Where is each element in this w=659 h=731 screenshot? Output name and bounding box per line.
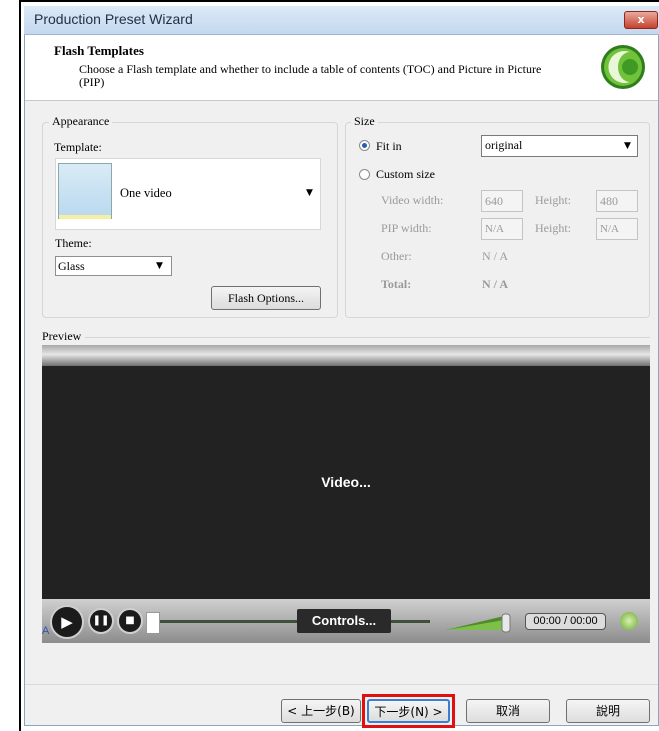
- size-legend: Size: [351, 114, 378, 129]
- stop-icon: ■: [125, 615, 135, 626]
- pause-button[interactable]: ❚❚: [88, 608, 114, 634]
- chevron-down-icon[interactable]: ▼: [306, 188, 313, 198]
- chevron-down-icon[interactable]: ▼: [156, 261, 163, 271]
- other-label: Other:: [381, 249, 412, 263]
- close-icon: x: [637, 13, 645, 26]
- radio-selected-dot: [362, 143, 367, 148]
- custom-size-label[interactable]: Custom size: [376, 167, 435, 182]
- page-description: Choose a Flash template and whether to i…: [79, 62, 542, 89]
- pause-icon: ❚❚: [92, 615, 110, 626]
- player-logo-icon[interactable]: [620, 612, 638, 630]
- pip-width-label: PIP width:: [381, 221, 432, 235]
- appearance-legend: Appearance: [49, 114, 113, 129]
- video-placeholder-label: Video...: [321, 474, 371, 490]
- preview-divider: [85, 337, 650, 338]
- play-icon: ▶: [61, 613, 73, 631]
- template-thumbnail: [58, 163, 112, 219]
- total-label: Total:: [381, 277, 412, 291]
- back-button[interactable]: < 上一步(B): [281, 699, 361, 723]
- frame-border-top: [19, 0, 659, 2]
- volume-slider-icon[interactable]: [444, 610, 512, 634]
- video-width-input[interactable]: 640: [481, 190, 523, 212]
- app-logo-icon: [601, 45, 645, 89]
- video-width-label: Video width:: [381, 193, 444, 207]
- pip-height-label: Height:: [535, 221, 571, 235]
- preview-top-bar: [42, 345, 650, 366]
- theme-value: Glass: [58, 259, 85, 273]
- pip-height-input[interactable]: N/A: [596, 218, 638, 240]
- time-display: 00:00 / 00:00: [525, 613, 606, 630]
- theme-label: Theme:: [55, 236, 92, 250]
- window-title: Production Preset Wizard: [34, 11, 193, 27]
- play-button[interactable]: ▶: [50, 605, 84, 639]
- fit-in-label[interactable]: Fit in: [376, 139, 402, 154]
- small-link-mark: A: [42, 625, 50, 637]
- fit-in-radio[interactable]: [359, 140, 370, 151]
- total-value: N / A: [482, 277, 509, 291]
- next-button-highlight: [362, 694, 455, 728]
- pip-width-input[interactable]: N/A: [481, 218, 523, 240]
- video-height-input[interactable]: 480: [596, 190, 638, 212]
- template-value: One video: [120, 186, 172, 200]
- custom-size-radio[interactable]: [359, 169, 370, 180]
- close-button[interactable]: x: [624, 11, 658, 29]
- template-thumbnail-bar: [59, 215, 111, 219]
- footer-divider: [25, 684, 658, 685]
- stop-button[interactable]: ■: [117, 608, 143, 634]
- template-label: Template:: [54, 140, 102, 154]
- seek-handle[interactable]: [146, 612, 160, 634]
- other-value: N / A: [482, 249, 509, 263]
- fit-in-value: original: [485, 138, 523, 152]
- help-button[interactable]: 說明: [566, 699, 650, 723]
- preview-label: Preview: [42, 329, 82, 343]
- page-title: Flash Templates: [54, 43, 144, 58]
- controls-placeholder-label: Controls...: [297, 609, 391, 633]
- chevron-down-icon[interactable]: ▼: [624, 141, 631, 151]
- video-height-label: Height:: [535, 193, 571, 207]
- flash-options-button[interactable]: Flash Options...: [211, 286, 321, 310]
- cancel-button[interactable]: 取消: [466, 699, 550, 723]
- frame-border-left: [19, 0, 21, 731]
